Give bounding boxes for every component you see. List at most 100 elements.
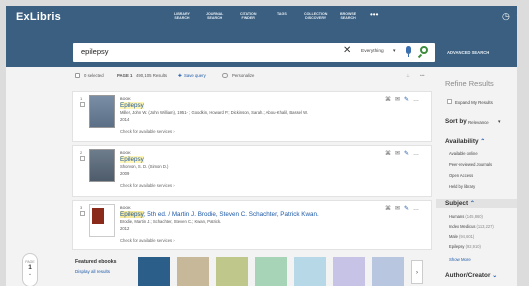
more-icon[interactable]: …: [413, 97, 423, 103]
pin-icon[interactable]: ✎: [404, 97, 413, 103]
availability-facet-header[interactable]: Availability ⌃: [445, 138, 485, 145]
search-scope-select[interactable]: Everything: [361, 49, 384, 54]
featured-ebook-cover[interactable]: [255, 257, 287, 286]
save-query-icon[interactable]: ✚: [178, 73, 182, 79]
result-checkbox[interactable]: [80, 102, 85, 107]
subject-filter-item[interactable]: Index Medicus (113,227): [449, 224, 494, 229]
top-navigation-bar: ExLibris LIBRARY SEARCH JOURNAL SEARCH CITAT…: [6, 6, 523, 29]
more-actions-icon[interactable]: •••: [420, 73, 425, 78]
email-icon[interactable]: ✉: [395, 206, 404, 212]
availability-filter-item[interactable]: Held by library: [449, 184, 475, 189]
featured-ebook-cover[interactable]: [372, 257, 404, 286]
subject-facet-header[interactable]: Subject ⌃: [445, 200, 475, 207]
save-query-button[interactable]: Save query: [184, 73, 206, 78]
clock-icon[interactable]: ◷: [502, 11, 510, 22]
availability-filter-item[interactable]: Available online: [449, 151, 478, 156]
expand-results-label[interactable]: Expand My Results: [455, 100, 493, 105]
pin-icon[interactable]: ✎: [404, 206, 413, 212]
chevron-down-icon[interactable]: ⌄: [23, 271, 37, 277]
chevron-up-icon[interactable]: ⌃: [480, 139, 485, 145]
result-title[interactable]: Epilepsy; 5th ed. / Martin J. Brodie, St…: [120, 211, 319, 218]
search-icon[interactable]: [420, 46, 428, 54]
selected-count: 0 selected: [84, 73, 104, 78]
personalize-toggle[interactable]: [222, 73, 228, 78]
nav-item-line2: FINDER: [241, 16, 255, 20]
featured-ebook-cover[interactable]: [294, 257, 326, 286]
select-all-checkbox[interactable]: [75, 73, 80, 78]
featured-ebook-cover[interactable]: [216, 257, 248, 286]
subject-name: Index Medicus: [449, 224, 476, 229]
subject-filter-item[interactable]: Male (94,601): [449, 234, 474, 239]
result-action-icons[interactable]: ⌘✉✎…: [385, 150, 423, 157]
featured-ebook-cover[interactable]: [177, 257, 209, 286]
featured-ebook-cover[interactable]: [333, 257, 365, 286]
nav-item-library-search[interactable]: LIBRARY SEARCH: [174, 12, 190, 20]
sort-select[interactable]: Relevance: [468, 120, 489, 125]
nav-item-journal-search[interactable]: JOURNAL SEARCH: [206, 12, 223, 20]
nav-item-browse-search[interactable]: BROWSE SEARCH: [340, 12, 356, 20]
subject-count: (92,910): [465, 244, 481, 249]
availability-filter-item[interactable]: Open Access: [449, 173, 473, 178]
featured-next-button[interactable]: ›: [411, 260, 423, 284]
book-cover-thumbnail[interactable]: [89, 95, 115, 128]
featured-ebooks-heading: Featured ebooks: [75, 259, 117, 265]
result-number: 1: [80, 96, 83, 101]
nav-item-tags[interactable]: TAGS: [277, 12, 287, 16]
subject-filter-item[interactable]: Humans (145,860): [449, 214, 483, 219]
more-nav-menu[interactable]: •••: [370, 10, 378, 19]
cover-art: [92, 208, 104, 224]
email-icon[interactable]: ✉: [395, 97, 404, 103]
result-checkbox[interactable]: [80, 156, 85, 161]
author-facet-header[interactable]: Author/Creator ⌄: [445, 272, 497, 279]
result-title[interactable]: Epilepsy: [120, 102, 144, 109]
more-icon[interactable]: …: [413, 206, 423, 212]
pin-icon[interactable]: ⊥: [406, 73, 410, 79]
book-cover-thumbnail[interactable]: [89, 204, 115, 237]
chevron-down-icon[interactable]: ▾: [498, 119, 501, 125]
featured-ebook-cover[interactable]: [138, 257, 170, 286]
result-title[interactable]: Epilepsy: [120, 156, 144, 163]
availability-link[interactable]: Check for available services ›: [120, 129, 175, 134]
show-more-link[interactable]: Show More: [449, 257, 471, 262]
expand-results-checkbox[interactable]: [447, 99, 452, 104]
result-year: 2009: [120, 171, 130, 176]
link-icon[interactable]: ⌘: [385, 97, 395, 103]
email-icon[interactable]: ✉: [395, 151, 404, 157]
clear-search-icon[interactable]: ✕: [343, 45, 351, 56]
nav-item-citation-finder[interactable]: CITATION FINDER: [240, 12, 256, 20]
result-card[interactable]: 3 BOOK Epilepsy; 5th ed. / Martin J. Bro…: [72, 200, 432, 250]
availability-link[interactable]: Check for available services ›: [120, 183, 175, 188]
availability-heading: Availability: [445, 138, 479, 145]
display-all-results-link[interactable]: Display all results: [75, 269, 110, 274]
microphone-icon[interactable]: [406, 46, 411, 54]
result-card[interactable]: 2 BOOK Epilepsy Shorvon, S. D. (Simon D.…: [72, 145, 432, 197]
result-authors: Shorvon, S. D. (Simon D.): [120, 164, 169, 169]
more-icon[interactable]: …: [413, 151, 423, 157]
search-box[interactable]: epilepsy ✕ Everything ▾: [73, 43, 435, 62]
availability-filter-item[interactable]: Peer-reviewed Journals: [449, 162, 492, 167]
screen-frame: ExLibris LIBRARY SEARCH JOURNAL SEARCH CITAT…: [0, 0, 529, 286]
availability-link[interactable]: Check for available services ›: [120, 238, 175, 243]
page-label: PAGE 1: [117, 73, 133, 78]
link-icon[interactable]: ⌘: [385, 151, 395, 157]
results-count: 490,105 Results: [136, 73, 168, 78]
chevron-down-icon[interactable]: ⌄: [492, 273, 497, 279]
subject-name: Male: [449, 234, 458, 239]
pin-icon[interactable]: ✎: [404, 151, 413, 157]
link-icon[interactable]: ⌘: [385, 206, 395, 212]
result-action-icons[interactable]: ⌘✉✎…: [385, 96, 423, 103]
page-indicator[interactable]: PAGE 1 ⌄: [22, 253, 38, 286]
nav-item-collection-discovery[interactable]: COLLECTION DISCOVERY: [304, 12, 327, 20]
advanced-search-link[interactable]: ADVANCED SEARCH: [447, 50, 489, 55]
subject-filter-item[interactable]: Epilepsy (92,910): [449, 244, 481, 249]
search-icon-handle: [417, 53, 423, 59]
result-card[interactable]: 1 BOOK Epilepsy Miller, John W. (John Wi…: [72, 91, 432, 142]
result-checkbox[interactable]: [80, 211, 85, 216]
search-input[interactable]: epilepsy: [81, 47, 109, 56]
result-action-icons[interactable]: ⌘✉✎…: [385, 205, 423, 212]
nav-item-line1: TAGS: [277, 12, 287, 16]
chevron-down-icon[interactable]: ▾: [393, 48, 396, 54]
chevron-up-icon[interactable]: ⌃: [470, 201, 475, 207]
book-cover-thumbnail[interactable]: [89, 149, 115, 182]
exlibris-logo[interactable]: ExLibris: [16, 11, 61, 23]
